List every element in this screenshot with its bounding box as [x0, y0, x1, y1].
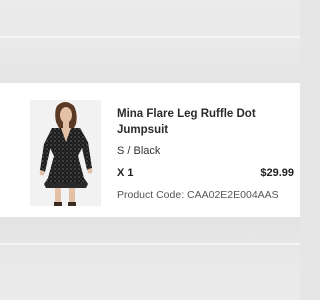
product-name[interactable]: Mina Flare Leg Ruffle Dot Jumpsuit	[117, 107, 257, 138]
order-item-card[interactable]: Mina Flare Leg Ruffle Dot Jumpsuit S / B…	[0, 83, 300, 217]
product-variant: S / Black	[117, 145, 161, 157]
blurred-background-bottom	[0, 217, 300, 300]
product-price: $29.99	[260, 167, 294, 179]
product-code: Product Code: CAA02E2E004AAS	[117, 189, 279, 201]
product-quantity: X 1	[117, 167, 134, 179]
blur-divider	[0, 243, 300, 245]
blur-divider	[0, 36, 300, 38]
dress-photo	[30, 100, 101, 206]
product-image[interactable]	[30, 100, 101, 206]
blurred-background-top	[0, 0, 300, 83]
